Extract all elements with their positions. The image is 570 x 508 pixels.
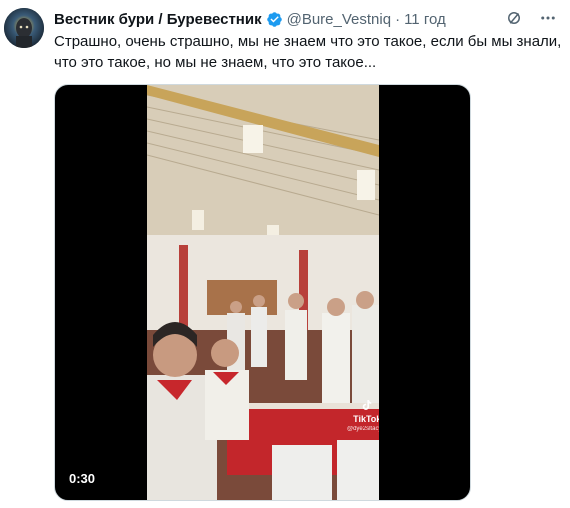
verified-badge-icon: [266, 11, 283, 28]
display-name[interactable]: Вестник бури / Буревестник: [54, 11, 262, 28]
video-player[interactable]: TikTok @dye2sltacylni 0:30: [54, 84, 471, 501]
video-duration: 0:30: [69, 471, 96, 486]
tweet-header: Вестник бури / Буревестник @Bure_Vestniq…: [54, 9, 446, 29]
tiktok-name: TikTok: [353, 414, 379, 424]
tweet[interactable]: Вестник бури / Буревестник @Bure_Vestniq…: [0, 0, 570, 508]
tweet-text-line: Страшно, очень страшно, мы не знаем что …: [54, 33, 562, 50]
video-frame[interactable]: TikTok @dye2sltacylni: [147, 85, 379, 500]
grok-icon[interactable]: [504, 8, 524, 28]
user-handle[interactable]: @Bure_Vestniq: [287, 11, 391, 28]
timestamp[interactable]: 11 год: [404, 11, 446, 28]
separator-dot: ·: [395, 10, 401, 28]
more-options-icon[interactable]: [538, 8, 558, 28]
tiktok-user: @dye2sltacylni: [347, 426, 379, 432]
header-actions: [504, 8, 558, 28]
avatar-image: [4, 8, 44, 48]
tiktok-watermark: TikTok @dye2sltacylni: [347, 399, 379, 434]
tweet-text: Страшно, очень страшно, мы не знаем что …: [54, 31, 562, 73]
tiktok-icon: [347, 399, 379, 414]
tweet-text-line: что это такое, но мы не знаем, что это т…: [54, 54, 377, 71]
video-still: [147, 85, 379, 500]
avatar[interactable]: [4, 8, 44, 48]
